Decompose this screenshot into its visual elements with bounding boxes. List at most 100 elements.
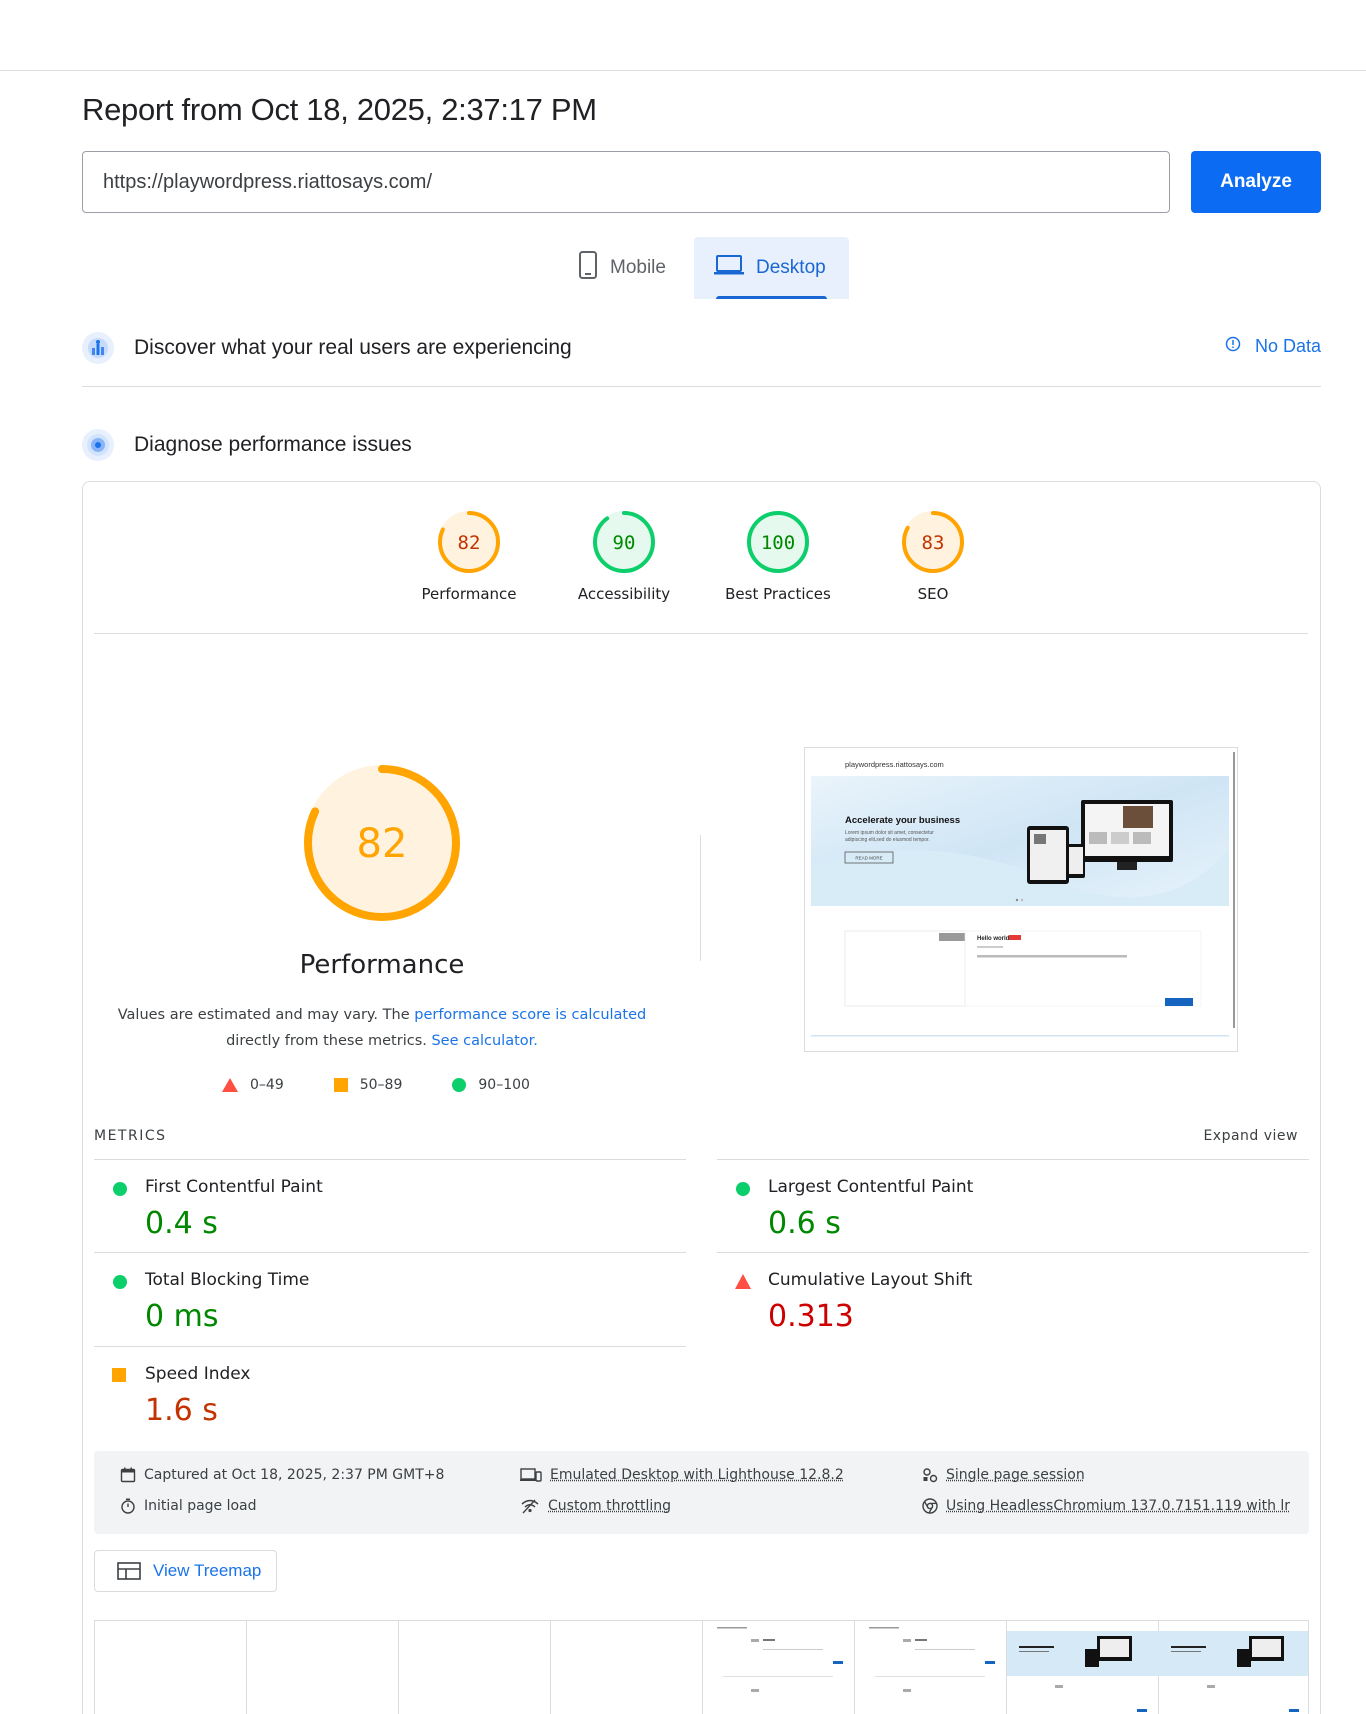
treemap-label: View Treemap bbox=[153, 1561, 262, 1580]
legend-average: 50–89 bbox=[333, 1077, 403, 1093]
gauge-ring: 100 bbox=[747, 511, 809, 573]
desc-text: Values are estimated and may vary. The bbox=[117, 1007, 415, 1023]
fail-triangle-icon bbox=[222, 1078, 238, 1092]
gauge-ring: 83 bbox=[902, 511, 964, 573]
pass-circle-icon bbox=[113, 1275, 127, 1289]
no-data-link[interactable]: No Data bbox=[1225, 336, 1321, 357]
view-treemap-button[interactable]: View Treemap bbox=[94, 1550, 277, 1592]
desc-text: directly from these metrics. bbox=[226, 1033, 427, 1049]
section-title: Diagnose performance issues bbox=[134, 433, 412, 456]
info-link[interactable]: Custom throttling bbox=[548, 1498, 671, 1514]
report-title: Report from Oct 18, 2025, 2:37:17 PM bbox=[82, 92, 597, 127]
tab-label: Desktop bbox=[756, 257, 826, 278]
performance-score: 82 bbox=[357, 821, 408, 867]
screenshot-hero-text: adipiscing elit,sed do eiusmod tempor. bbox=[845, 837, 930, 843]
frame-thumbnail bbox=[1159, 1631, 1308, 1712]
performance-title: Performance bbox=[299, 950, 465, 980]
runtime-info: Captured at Oct 18, 2025, 2:37 PM GMT+8 … bbox=[94, 1451, 1309, 1534]
average-square-icon bbox=[112, 1368, 126, 1382]
pass-circle-icon bbox=[736, 1182, 750, 1196]
final-screenshot[interactable]: playwordpress.riattosays.com Accelerate … bbox=[804, 747, 1238, 1052]
tab-desktop[interactable]: Desktop bbox=[694, 237, 849, 299]
gauge-score: 83 bbox=[922, 532, 945, 554]
diagnose-section: Diagnose performance issues bbox=[82, 429, 1321, 461]
metric-fcp: First Contentful Paint 0.4 s bbox=[94, 1159, 686, 1252]
info-link[interactable]: Using HeadlessChromium 137.0.7151.119 wi… bbox=[946, 1498, 1290, 1514]
target-icon bbox=[82, 429, 114, 461]
performance-description: Values are estimated and may vary. The p… bbox=[112, 1002, 652, 1054]
gauge-score: 90 bbox=[613, 532, 636, 554]
filmstrip-frame bbox=[399, 1621, 551, 1714]
filmstrip-frame bbox=[855, 1621, 1007, 1714]
gauge-label: Accessibility bbox=[577, 585, 671, 603]
captured-info: Captured at Oct 18, 2025, 2:37 PM GMT+8 bbox=[120, 1467, 444, 1483]
filmstrip-frame bbox=[551, 1621, 703, 1714]
metric-value: 0.6 s bbox=[768, 1206, 841, 1241]
metric-value: 1.6 s bbox=[145, 1393, 218, 1428]
screenshot-site-name: playwordpress.riattosays.com bbox=[845, 760, 944, 769]
fail-triangle-icon bbox=[735, 1274, 751, 1289]
gauge-score: 82 bbox=[458, 532, 481, 554]
metric-cls: Cumulative Layout Shift 0.313 bbox=[717, 1252, 1309, 1345]
gauge-ring: 82 bbox=[438, 511, 500, 573]
stopwatch-icon bbox=[121, 1498, 135, 1514]
legend-fail: 0–49 bbox=[222, 1077, 284, 1093]
section-divider bbox=[82, 386, 1321, 387]
treemap-icon bbox=[117, 1562, 141, 1580]
gauge-label: SEO bbox=[917, 585, 949, 603]
analyze-button[interactable]: Analyze bbox=[1191, 151, 1321, 213]
metrics-header: METRICS bbox=[94, 1128, 167, 1144]
frame-thumbnail bbox=[717, 1627, 843, 1692]
session-icon bbox=[923, 1468, 938, 1483]
see-calculator-link[interactable]: See calculator. bbox=[431, 1033, 537, 1049]
pass-circle-icon bbox=[113, 1182, 127, 1196]
vertical-divider bbox=[700, 835, 701, 961]
page-load-info: Initial page load bbox=[120, 1498, 257, 1514]
metric-lcp: Largest Contentful Paint 0.6 s bbox=[717, 1159, 1309, 1252]
metric-value: 0 ms bbox=[145, 1299, 219, 1334]
screenshot-read-more: READ MORE bbox=[855, 856, 882, 861]
screenshot-image: playwordpress.riattosays.com Accelerate … bbox=[805, 748, 1237, 1051]
gauge-accessibility[interactable]: 90 Accessibility bbox=[554, 509, 694, 603]
active-tab-indicator bbox=[716, 296, 827, 299]
screenshot-hero-text: Lorem ipsum dolor sit amet, consectetur bbox=[845, 830, 934, 836]
gauge-performance[interactable]: 82 Performance bbox=[399, 509, 539, 603]
info-icon bbox=[1225, 336, 1241, 357]
top-bar bbox=[0, 0, 1366, 71]
gauge-label: Best Practices bbox=[725, 585, 831, 603]
legend-label: 90–100 bbox=[478, 1077, 530, 1093]
devices-icon bbox=[520, 1468, 542, 1482]
gauge-best-practices[interactable]: 100 Best Practices bbox=[708, 509, 848, 603]
browser-info[interactable]: Using HeadlessChromium 137.0.7151.119 wi… bbox=[922, 1498, 1290, 1514]
frame-thumbnail bbox=[1007, 1631, 1159, 1712]
screenshot-post-title: Hello world! bbox=[977, 936, 1011, 942]
throttling-info[interactable]: Custom throttling bbox=[520, 1498, 671, 1514]
session-info[interactable]: Single page session bbox=[922, 1467, 1085, 1483]
url-input[interactable] bbox=[82, 151, 1170, 213]
gauge-seo[interactable]: 83 SEO bbox=[863, 509, 1003, 603]
gauge-label: Performance bbox=[421, 585, 517, 603]
gauge-ring: 90 bbox=[593, 511, 655, 573]
legend-label: 50–89 bbox=[359, 1077, 403, 1093]
score-legend: 0–49 50–89 90–100 bbox=[222, 1077, 580, 1093]
calendar-icon bbox=[120, 1467, 136, 1483]
info-link[interactable]: Emulated Desktop with Lighthouse 12.8.2 bbox=[550, 1467, 844, 1483]
users-chart-icon bbox=[82, 332, 114, 364]
no-data-label: No Data bbox=[1254, 336, 1321, 356]
info-text: Captured at Oct 18, 2025, 2:37 PM GMT+8 bbox=[144, 1467, 445, 1483]
metric-name: Total Blocking Time bbox=[145, 1270, 310, 1290]
metric-si: Speed Index 1.6 s bbox=[94, 1346, 686, 1439]
expand-view-toggle[interactable]: Expand view bbox=[1203, 1128, 1298, 1144]
tab-label: Mobile bbox=[610, 257, 666, 278]
tab-mobile[interactable]: Mobile bbox=[558, 237, 694, 299]
pass-circle-icon bbox=[452, 1078, 467, 1092]
real-users-section: Discover what your real users are experi… bbox=[82, 332, 1321, 364]
info-link[interactable]: Single page session bbox=[946, 1467, 1085, 1483]
legend-label: 0–49 bbox=[250, 1077, 284, 1093]
metric-row-divider bbox=[717, 1252, 1309, 1253]
chrome-icon bbox=[922, 1498, 938, 1514]
filmstrip-frame bbox=[95, 1621, 247, 1714]
emulated-info[interactable]: Emulated Desktop with Lighthouse 12.8.2 bbox=[520, 1467, 844, 1483]
score-calculated-link[interactable]: performance score is calculated bbox=[414, 1007, 646, 1023]
wifi-icon bbox=[521, 1499, 539, 1514]
